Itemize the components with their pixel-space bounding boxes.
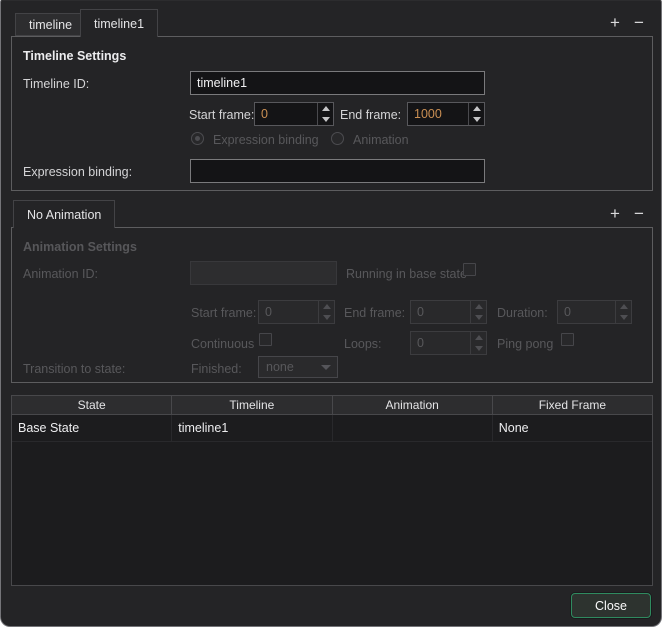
expression-binding-radio xyxy=(191,132,204,145)
timeline-settings-title: Timeline Settings xyxy=(23,49,126,63)
tab-timeline1[interactable]: timeline1 xyxy=(80,9,158,37)
add-animation-button[interactable]: + xyxy=(606,205,624,223)
end-frame-value: 1000 xyxy=(414,103,468,125)
animation-radio-label: Animation xyxy=(353,133,409,147)
tab-timeline1-label: timeline1 xyxy=(94,17,144,31)
anim-start-frame-label: Start frame: xyxy=(191,306,256,320)
end-frame-label: End frame: xyxy=(340,108,401,122)
tab-timeline-label: timeline xyxy=(29,18,72,32)
duration-spinbox: 0 xyxy=(557,300,632,324)
spin-up-icon xyxy=(616,301,631,312)
spin-down-icon xyxy=(616,312,631,323)
ping-pong-checkbox xyxy=(561,333,574,346)
add-timeline-button[interactable]: + xyxy=(606,14,624,32)
remove-animation-button[interactable]: − xyxy=(630,205,648,223)
end-frame-spinbox[interactable]: 1000 xyxy=(407,102,485,126)
animation-radio xyxy=(331,132,344,145)
end-frame-spin-buttons xyxy=(468,103,484,125)
continuous-label: Continuous xyxy=(191,337,254,351)
remove-timeline-button[interactable]: − xyxy=(630,14,648,32)
loops-label: Loops: xyxy=(344,337,382,351)
anim-end-frame-spinbox: 0 xyxy=(410,300,487,324)
spin-down-icon xyxy=(471,343,486,354)
cell-state[interactable]: Base State xyxy=(12,415,172,441)
animation-id-label: Animation ID: xyxy=(23,267,98,281)
start-frame-spin-buttons xyxy=(317,103,333,125)
column-header-state[interactable]: State xyxy=(12,396,172,414)
ping-pong-label: Ping pong xyxy=(497,337,553,351)
tab-no-animation-label: No Animation xyxy=(27,208,101,222)
timeline-settings-dialog: timeline timeline1 + − Timeline Settings… xyxy=(0,0,662,627)
expression-binding-label: Expression binding: xyxy=(23,165,132,179)
start-frame-spinbox[interactable]: 0 xyxy=(254,102,334,126)
continuous-checkbox xyxy=(259,333,272,346)
spin-up-icon xyxy=(319,301,334,312)
anim-end-frame-label: End frame: xyxy=(344,306,405,320)
start-frame-label: Start frame: xyxy=(189,108,254,122)
tab-timeline[interactable]: timeline xyxy=(15,13,86,36)
anim-start-frame-spinbox: 0 xyxy=(258,300,335,324)
expression-binding-input[interactable] xyxy=(190,159,485,183)
cell-fixed-frame[interactable]: None xyxy=(493,415,652,441)
loops-value: 0 xyxy=(417,332,470,354)
expression-binding-radio-label: Expression binding xyxy=(213,133,319,147)
transition-to-state-label: Transition to state: xyxy=(23,362,125,376)
running-in-base-state-checkbox xyxy=(463,263,476,276)
spin-down-icon xyxy=(471,312,486,323)
spin-buttons xyxy=(615,301,631,323)
state-table-header: State Timeline Animation Fixed Frame xyxy=(12,396,652,415)
finished-combobox: none xyxy=(258,356,338,378)
spin-down-icon xyxy=(319,312,334,323)
animation-id-input xyxy=(190,261,337,285)
finished-value: none xyxy=(266,357,319,377)
timeline-id-label: Timeline ID: xyxy=(23,77,89,91)
anim-start-frame-value: 0 xyxy=(265,301,318,323)
chevron-down-icon xyxy=(321,365,331,370)
spin-up-icon xyxy=(471,332,486,343)
spin-down-icon[interactable] xyxy=(469,114,484,125)
animation-settings-title: Animation Settings xyxy=(23,240,137,254)
finished-label: Finished: xyxy=(191,362,242,376)
loops-spinbox: 0 xyxy=(410,331,487,355)
start-frame-value: 0 xyxy=(261,103,317,125)
anim-end-frame-value: 0 xyxy=(417,301,470,323)
spin-buttons xyxy=(318,301,334,323)
spin-buttons xyxy=(470,332,486,354)
tab-no-animation[interactable]: No Animation xyxy=(13,200,115,228)
duration-value: 0 xyxy=(564,301,615,323)
spin-up-icon[interactable] xyxy=(469,103,484,114)
column-header-timeline[interactable]: Timeline xyxy=(172,396,332,414)
column-header-animation[interactable]: Animation xyxy=(333,396,493,414)
column-header-fixed-frame[interactable]: Fixed Frame xyxy=(493,396,652,414)
spin-down-icon[interactable] xyxy=(318,114,333,125)
spin-buttons xyxy=(470,301,486,323)
close-button[interactable]: Close xyxy=(571,593,651,618)
state-table[interactable]: State Timeline Animation Fixed Frame Bas… xyxy=(11,395,653,586)
table-row[interactable]: Base State timeline1 None xyxy=(12,415,652,442)
cell-timeline[interactable]: timeline1 xyxy=(172,415,332,441)
cell-animation[interactable] xyxy=(333,415,493,441)
spin-up-icon xyxy=(471,301,486,312)
spin-up-icon[interactable] xyxy=(318,103,333,114)
timeline-id-input[interactable] xyxy=(190,71,485,95)
running-in-base-state-label: Running in base state xyxy=(346,267,467,281)
duration-label: Duration: xyxy=(497,306,548,320)
